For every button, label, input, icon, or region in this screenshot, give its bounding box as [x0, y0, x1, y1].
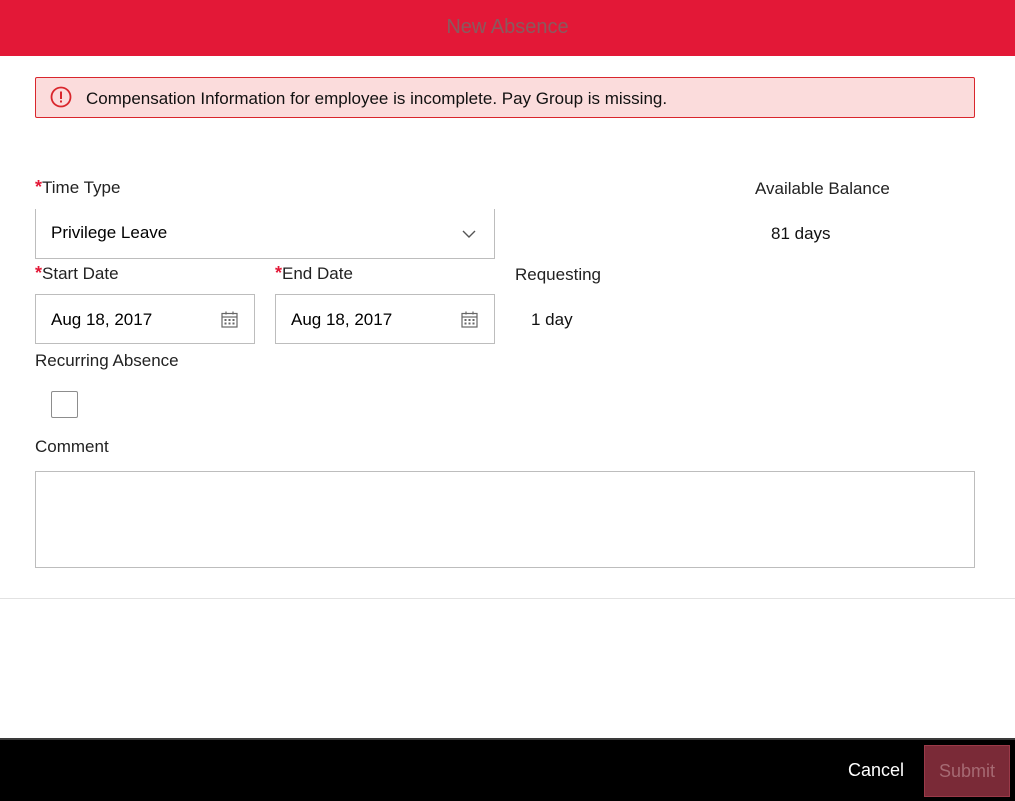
required-marker: * — [275, 263, 283, 283]
available-balance-label: Available Balance — [755, 179, 890, 198]
end-date-label: *End Date — [275, 263, 353, 283]
dialog-title: New Absence — [446, 16, 569, 38]
chevron-down-icon — [462, 230, 476, 238]
calendar-icon[interactable] — [461, 311, 478, 328]
requesting-label: Requesting — [515, 265, 602, 284]
comment-label: Comment — [35, 437, 109, 456]
start-date-field[interactable]: Aug 18, 2017 — [35, 294, 255, 344]
time-type-value: Privilege Leave — [51, 223, 168, 242]
required-marker: * — [35, 177, 43, 197]
error-banner: Compensation Information for employee is… — [35, 77, 975, 118]
end-date-field[interactable]: Aug 18, 2017 — [275, 294, 495, 344]
recurring-absence-checkbox[interactable] — [51, 391, 78, 418]
start-date-label: *Start Date — [35, 263, 119, 283]
available-balance-value: 81 days — [771, 224, 831, 243]
cancel-button[interactable]: Cancel — [836, 746, 916, 794]
time-type-select[interactable]: Privilege Leave — [35, 209, 495, 259]
start-date-value: Aug 18, 2017 — [51, 310, 153, 329]
required-marker: * — [35, 263, 43, 283]
comment-textarea[interactable] — [35, 471, 975, 568]
time-type-label: *Time Type — [35, 177, 121, 197]
submit-button[interactable]: Submit — [924, 745, 1010, 797]
error-message: Compensation Information for employee is… — [86, 89, 668, 108]
divider — [0, 598, 1015, 599]
dialog-footer: Cancel Submit — [0, 738, 1015, 801]
error-icon — [50, 86, 72, 108]
requesting-value: 1 day — [531, 310, 573, 329]
calendar-icon[interactable] — [221, 311, 238, 328]
end-date-value: Aug 18, 2017 — [291, 310, 393, 329]
dialog-header: New Absence — [0, 0, 1015, 56]
recurring-absence-label: Recurring Absence — [35, 351, 179, 370]
